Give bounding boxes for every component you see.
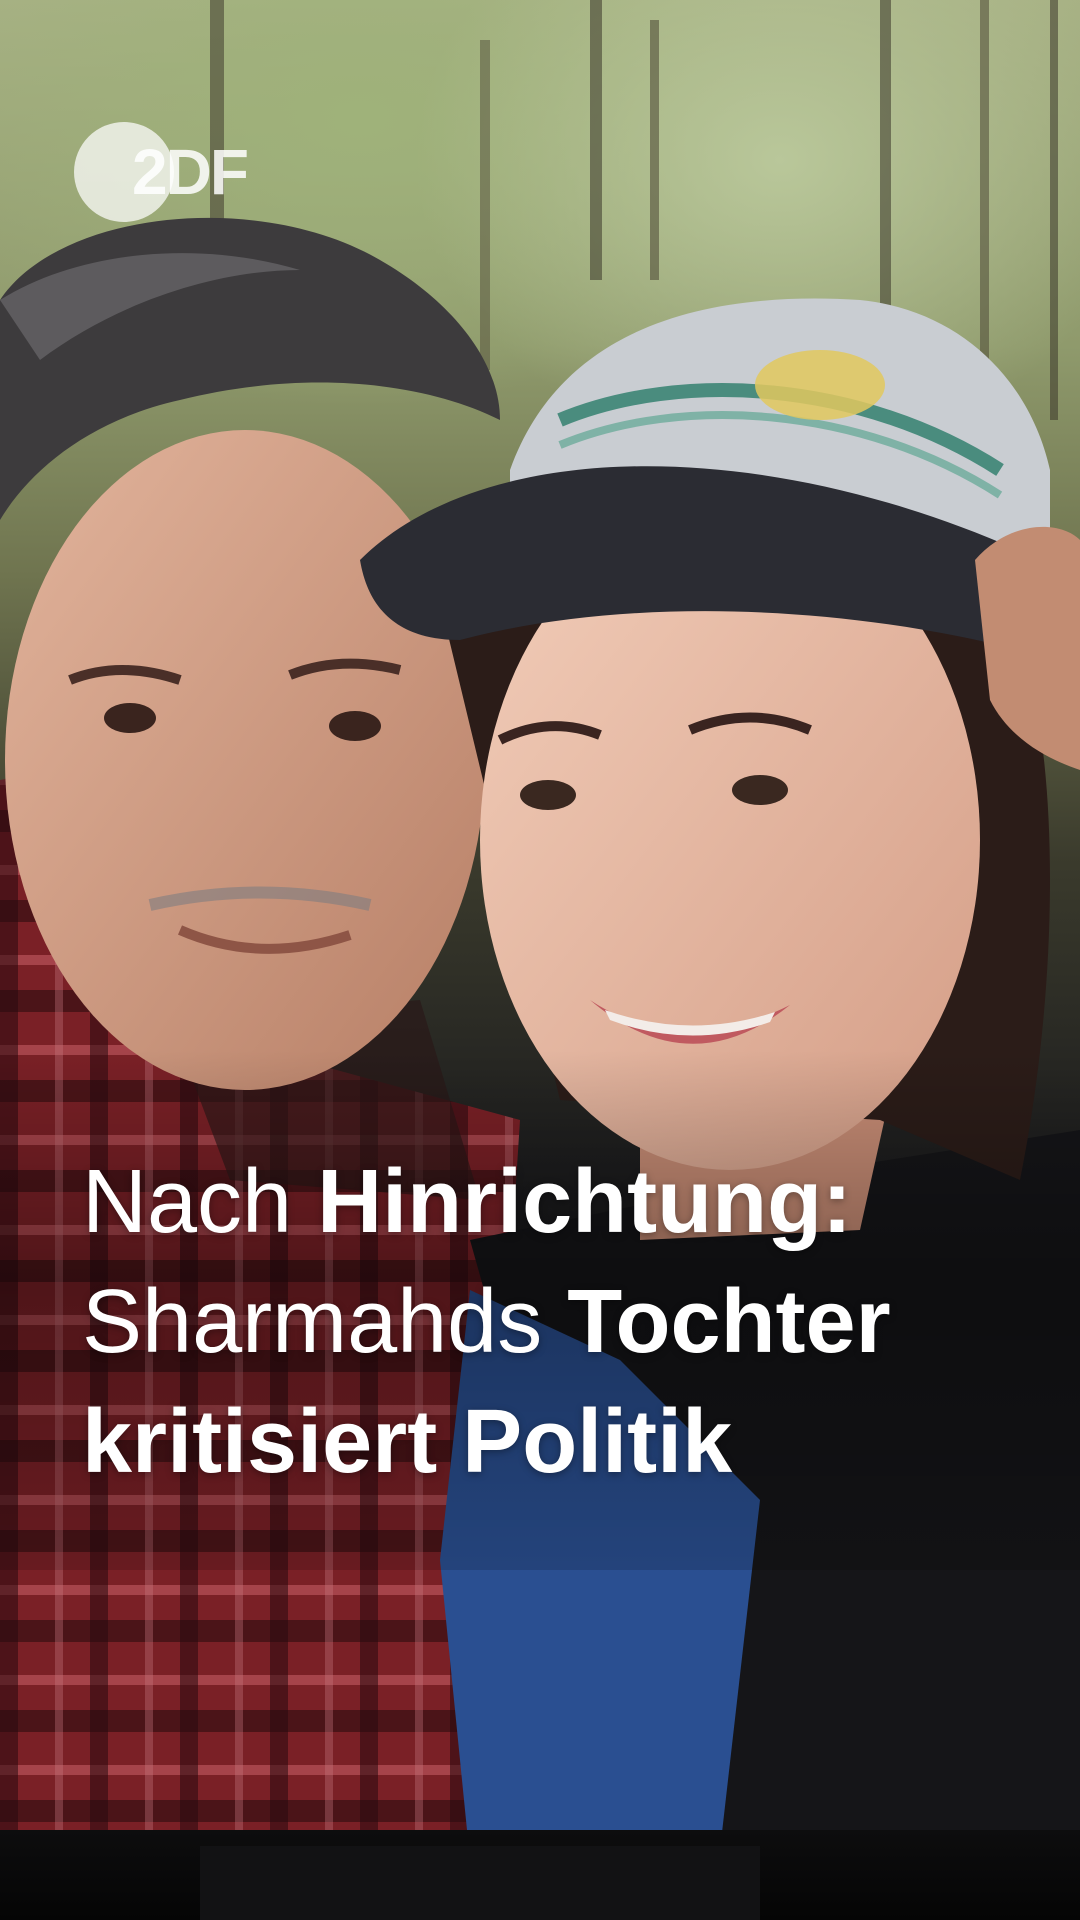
zdf-logo-icon: 2DF — [74, 118, 264, 228]
headline-line-1-regular: Nach — [82, 1152, 318, 1252]
headline-line-2-regular: Sharmahds — [82, 1272, 568, 1372]
video-frame: 2DF Nach Hinrichtung: Sharmahds Tochter … — [0, 0, 1080, 1920]
headline-line-2-bold: Tochter — [567, 1272, 891, 1372]
logo-text: 2DF — [132, 136, 249, 208]
headline-line-3-bold: kritisiert Politik — [82, 1392, 733, 1492]
bottom-bar-panel — [200, 1846, 760, 1920]
headline-line-1-bold: Hinrichtung: — [317, 1152, 853, 1252]
headline-line-1: Nach Hinrichtung: — [82, 1142, 1042, 1262]
headline: Nach Hinrichtung: Sharmahds Tochter krit… — [82, 1142, 1042, 1502]
photo-illustration — [0, 0, 1080, 1900]
headline-line-2: Sharmahds Tochter — [82, 1262, 1042, 1382]
headline-line-3: kritisiert Politik — [82, 1382, 1042, 1502]
